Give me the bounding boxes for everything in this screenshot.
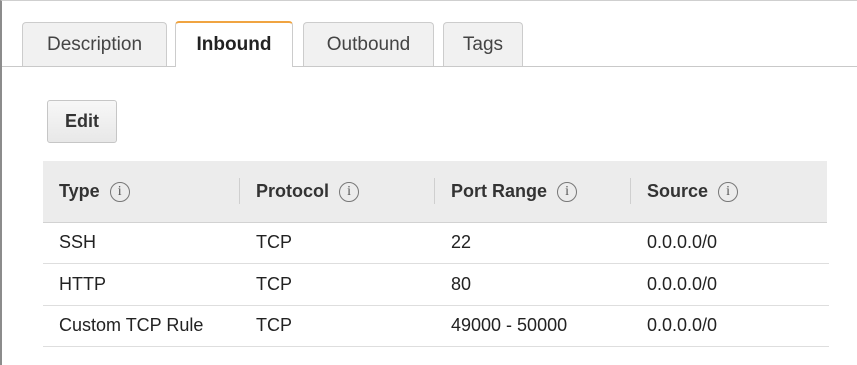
cell-type: HTTP: [59, 274, 106, 294]
cell-type: SSH: [59, 232, 97, 252]
tab-inbound[interactable]: Inbound: [175, 21, 293, 67]
cell-type: Custom TCP Rule: [59, 315, 204, 335]
column-header-port-range[interactable]: Port Range i: [451, 161, 578, 222]
tab-label: Description: [46, 33, 143, 55]
cell-source: 0.0.0.0/0: [647, 274, 718, 294]
tab-label: Inbound: [196, 34, 272, 55]
info-circle-icon[interactable]: i: [718, 181, 739, 202]
info-circle-icon[interactable]: i: [109, 181, 130, 202]
cell-source: 0.0.0.0/0: [647, 232, 718, 252]
info-circle-icon[interactable]: i: [339, 181, 360, 202]
cell-protocol: TCP: [256, 274, 292, 294]
cell-protocol: TCP: [256, 232, 292, 252]
security-group-panel: Description Inbound Outbound Tags Edit T…: [0, 0, 857, 365]
column-header-label: Source: [647, 181, 709, 201]
column-header-protocol[interactable]: Protocol i: [256, 161, 360, 222]
column-divider: [630, 178, 631, 204]
tab-divider: [2, 66, 857, 67]
cell-source: 0.0.0.0/0: [647, 315, 718, 335]
info-circle-icon[interactable]: i: [557, 181, 578, 202]
column-divider: [239, 178, 240, 204]
tab-bar: Description Inbound Outbound Tags: [2, 1, 857, 67]
table-row: Custom TCP Rule TCP 49000 - 50000 0.0.0.…: [43, 305, 829, 347]
tab-label: Tags: [462, 33, 504, 55]
column-header-source[interactable]: Source i: [647, 161, 739, 222]
edit-button[interactable]: Edit: [47, 100, 117, 143]
column-header-type[interactable]: Type i: [59, 161, 130, 222]
column-header-label: Protocol: [256, 181, 330, 201]
table-row: SSH TCP 22 0.0.0.0/0: [43, 222, 829, 264]
cell-port-range: 49000 - 50000: [451, 315, 568, 335]
table-row: HTTP TCP 80 0.0.0.0/0: [43, 264, 829, 306]
rules-table-header: Type i Protocol i Port Range i Source i: [43, 161, 827, 223]
cell-protocol: TCP: [256, 315, 292, 335]
tab-description[interactable]: Description: [22, 22, 167, 66]
tab-outbound[interactable]: Outbound: [303, 22, 434, 66]
column-header-label: Type: [59, 181, 100, 201]
column-divider: [434, 178, 435, 204]
cell-port-range: 22: [451, 232, 472, 252]
tab-tags[interactable]: Tags: [443, 22, 523, 66]
column-header-label: Port Range: [451, 181, 548, 201]
tab-label: Outbound: [326, 33, 411, 55]
cell-port-range: 80: [451, 274, 472, 294]
